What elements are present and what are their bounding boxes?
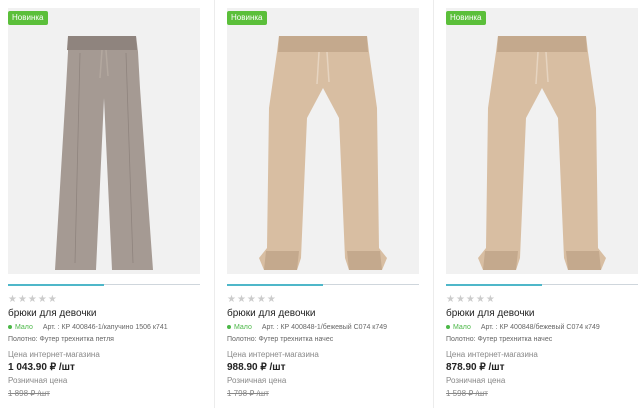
availability-dot-icon bbox=[227, 325, 231, 330]
fabric: Полотно: Футер трехнитка петля bbox=[8, 336, 114, 343]
image-progress-fill bbox=[446, 283, 542, 286]
price-label: Цена интернет-магазина bbox=[227, 350, 319, 359]
new-badge: Новинка bbox=[8, 11, 48, 25]
image-progress bbox=[446, 283, 638, 286]
product-photo[interactable]: Новинка bbox=[8, 8, 200, 274]
article: Арт. : КР 400848/бежевый С074 к749 bbox=[480, 324, 600, 331]
meta-row: Мало Арт. : КР 400846-1/капучино 1506 к74… bbox=[8, 324, 168, 331]
product-card[interactable]: Новинка ★★★★★ брюки для девочки Мало Арт.… bbox=[8, 0, 208, 408]
rating-stars[interactable]: ★★★★★ bbox=[227, 294, 277, 305]
image-progress-fill bbox=[8, 283, 104, 286]
retail-price: 1 798 ₽ /шт bbox=[227, 389, 269, 398]
fabric: Полотно: Футер трехнитка начес bbox=[227, 336, 334, 343]
article: Арт. : КР 400848-1/бежевый С074 к749 bbox=[261, 324, 388, 331]
cuff bbox=[566, 251, 601, 270]
price: 878.90 ₽ /шт bbox=[446, 362, 505, 373]
new-badge: Новинка bbox=[446, 11, 486, 25]
rating-stars[interactable]: ★★★★★ bbox=[446, 294, 496, 305]
product-photo[interactable]: Новинка bbox=[446, 8, 638, 274]
pants-shape bbox=[259, 36, 387, 270]
product-card[interactable]: Новинка ★★★★★ брюки для девочки Мало Арт.… bbox=[446, 0, 640, 408]
cuff bbox=[483, 251, 518, 270]
waistband bbox=[67, 36, 137, 50]
retail-label: Розничная цена bbox=[8, 376, 68, 385]
card-divider bbox=[214, 0, 215, 408]
rating-stars[interactable]: ★★★★★ bbox=[8, 294, 58, 305]
retail-label: Розничная цена bbox=[446, 376, 506, 385]
cuff bbox=[264, 251, 299, 270]
availability: Мало bbox=[15, 324, 33, 331]
fabric: Полотно: Футер трехнитка начес bbox=[446, 336, 553, 343]
product-title[interactable]: брюки для девочки bbox=[446, 308, 535, 319]
card-divider bbox=[433, 0, 434, 408]
availability: Мало bbox=[453, 324, 471, 331]
image-progress-fill bbox=[227, 283, 323, 286]
product-title[interactable]: брюки для девочки bbox=[8, 308, 97, 319]
pants-shape bbox=[478, 36, 606, 270]
price-label: Цена интернет-магазина bbox=[8, 350, 100, 359]
jogger-pants-image bbox=[259, 36, 387, 270]
image-progress bbox=[227, 283, 419, 286]
product-photo[interactable]: Новинка bbox=[227, 8, 419, 274]
product-card[interactable]: Новинка ★★★★★ брюки для девочки Мало Арт.… bbox=[227, 0, 427, 408]
meta-row: Мало Арт. : КР 400848/бежевый С074 к749 bbox=[446, 324, 600, 331]
availability: Мало bbox=[234, 324, 252, 331]
retail-price: 1 898 ₽ /шт bbox=[8, 389, 50, 398]
article: Арт. : КР 400846-1/капучино 1506 к741 bbox=[42, 324, 168, 331]
retail-price: 1 598 ₽ /шт bbox=[446, 389, 488, 398]
cuff bbox=[347, 251, 382, 270]
meta-row: Мало Арт. : КР 400848-1/бежевый С074 к749 bbox=[227, 324, 387, 331]
waistband bbox=[278, 36, 368, 52]
product-title[interactable]: брюки для девочки bbox=[227, 308, 316, 319]
price-label: Цена интернет-магазина bbox=[446, 350, 538, 359]
image-progress bbox=[8, 283, 200, 286]
waistband bbox=[497, 36, 587, 52]
availability-dot-icon bbox=[446, 325, 450, 330]
pants-shape bbox=[55, 36, 153, 270]
price: 1 043.90 ₽ /шт bbox=[8, 362, 75, 373]
jogger-pants-image bbox=[478, 36, 606, 270]
flared-pants-image bbox=[55, 36, 153, 270]
availability-dot-icon bbox=[8, 325, 12, 330]
price: 988.90 ₽ /шт bbox=[227, 362, 286, 373]
new-badge: Новинка bbox=[227, 11, 267, 25]
retail-label: Розничная цена bbox=[227, 376, 287, 385]
